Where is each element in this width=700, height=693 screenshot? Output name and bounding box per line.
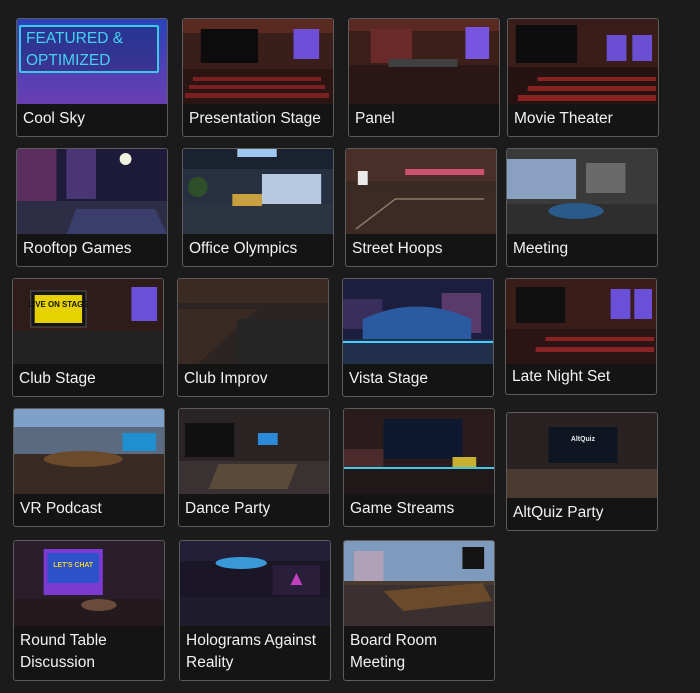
environment-label: Vista Stage	[349, 370, 428, 387]
environment-card-rooftop-games[interactable]: Rooftop Games	[16, 148, 168, 267]
environment-label: Rooftop Games	[23, 240, 132, 257]
thumbnail-club-stage: LIVE ON STAGE	[13, 279, 163, 364]
environment-card-dance-party[interactable]: Dance Party	[178, 408, 330, 527]
environment-label: VR Podcast	[20, 500, 102, 517]
environment-card-board-room-meeting[interactable]: Board Room Meeting	[343, 540, 495, 681]
environment-card-vr-podcast[interactable]: VR Podcast	[13, 408, 165, 527]
environment-card-movie-theater[interactable]: Movie Theater	[507, 18, 659, 137]
environment-card-round-table-discussion[interactable]: LET'S CHAT Round Table Discussion	[13, 540, 165, 681]
environment-label: Late Night Set	[512, 368, 611, 385]
environment-label: Game Streams	[350, 500, 455, 517]
thumbnail-club-improv	[178, 279, 328, 364]
environment-card-late-night-set[interactable]: Late Night Set	[505, 278, 657, 395]
environment-label: Dance Party	[185, 500, 271, 517]
thumbnail-movie-theater	[508, 19, 658, 104]
environment-label: AltQuiz Party	[513, 504, 604, 521]
environment-card-office-olympics[interactable]: Office Olympics	[182, 148, 334, 267]
environment-card-presentation-stage[interactable]: Presentation Stage	[182, 18, 334, 137]
environment-label: Club Stage	[19, 370, 96, 387]
thumbnail-office-olympics	[183, 149, 333, 234]
environment-label: Cool Sky	[23, 110, 86, 127]
thumbnail-panel	[349, 19, 499, 104]
thumbnail-dance-party	[179, 409, 329, 494]
thumbnail-rooftop-games	[17, 149, 167, 234]
environment-card-street-hoops[interactable]: Street Hoops	[345, 148, 497, 267]
environment-label: Board Room Meeting	[350, 632, 438, 671]
thumbnail-round-table-discussion: LET'S CHAT	[14, 541, 164, 626]
environment-label: Movie Theater	[514, 110, 613, 127]
thumbnail-holograms-against-reality	[180, 541, 330, 626]
round-table-sign-text: LET'S CHAT	[53, 562, 94, 569]
environment-card-club-stage[interactable]: LIVE ON STAGE Club Stage	[12, 278, 164, 397]
environment-label: Panel	[355, 110, 395, 127]
environment-label: Round Table Discussion	[20, 632, 107, 671]
environment-label: Club Improv	[184, 370, 268, 387]
thumbnail-board-room-meeting	[344, 541, 494, 626]
environment-card-cool-sky[interactable]: FEATURED & OPTIMIZED Cool Sky	[16, 18, 168, 137]
thumbnail-presentation-stage	[183, 19, 333, 104]
environment-card-vista-stage[interactable]: Vista Stage	[342, 278, 494, 397]
thumbnail-street-hoops	[346, 149, 496, 234]
thumbnail-altquiz-party: AltQuiz	[507, 413, 657, 498]
thumbnail-late-night-set	[506, 279, 656, 364]
environment-label: Meeting	[513, 240, 569, 257]
environment-card-game-streams[interactable]: Game Streams	[343, 408, 495, 527]
environment-card-club-improv[interactable]: Club Improv	[177, 278, 329, 397]
thumbnail-game-streams	[344, 409, 494, 494]
environment-card-holograms-against-reality[interactable]: Holograms Against Reality	[179, 540, 331, 681]
featured-badge: FEATURED & OPTIMIZED	[19, 25, 159, 73]
thumbnail-vr-podcast	[14, 409, 164, 494]
environment-card-panel[interactable]: Panel	[348, 18, 500, 137]
club-stage-sign-text: LIVE ON STAGE	[28, 300, 88, 309]
altquiz-screen-text: AltQuiz	[571, 436, 596, 443]
thumbnail-vista-stage	[343, 279, 493, 364]
environment-card-meeting[interactable]: Meeting	[506, 148, 658, 267]
environment-label: Presentation Stage	[189, 110, 321, 127]
environment-card-altquiz-party[interactable]: AltQuiz AltQuiz Party	[506, 412, 658, 531]
environment-label: Holograms Against Reality	[186, 632, 317, 671]
thumbnail-meeting	[507, 149, 657, 234]
environment-label: Office Olympics	[189, 240, 298, 257]
environment-label: Street Hoops	[352, 240, 443, 257]
